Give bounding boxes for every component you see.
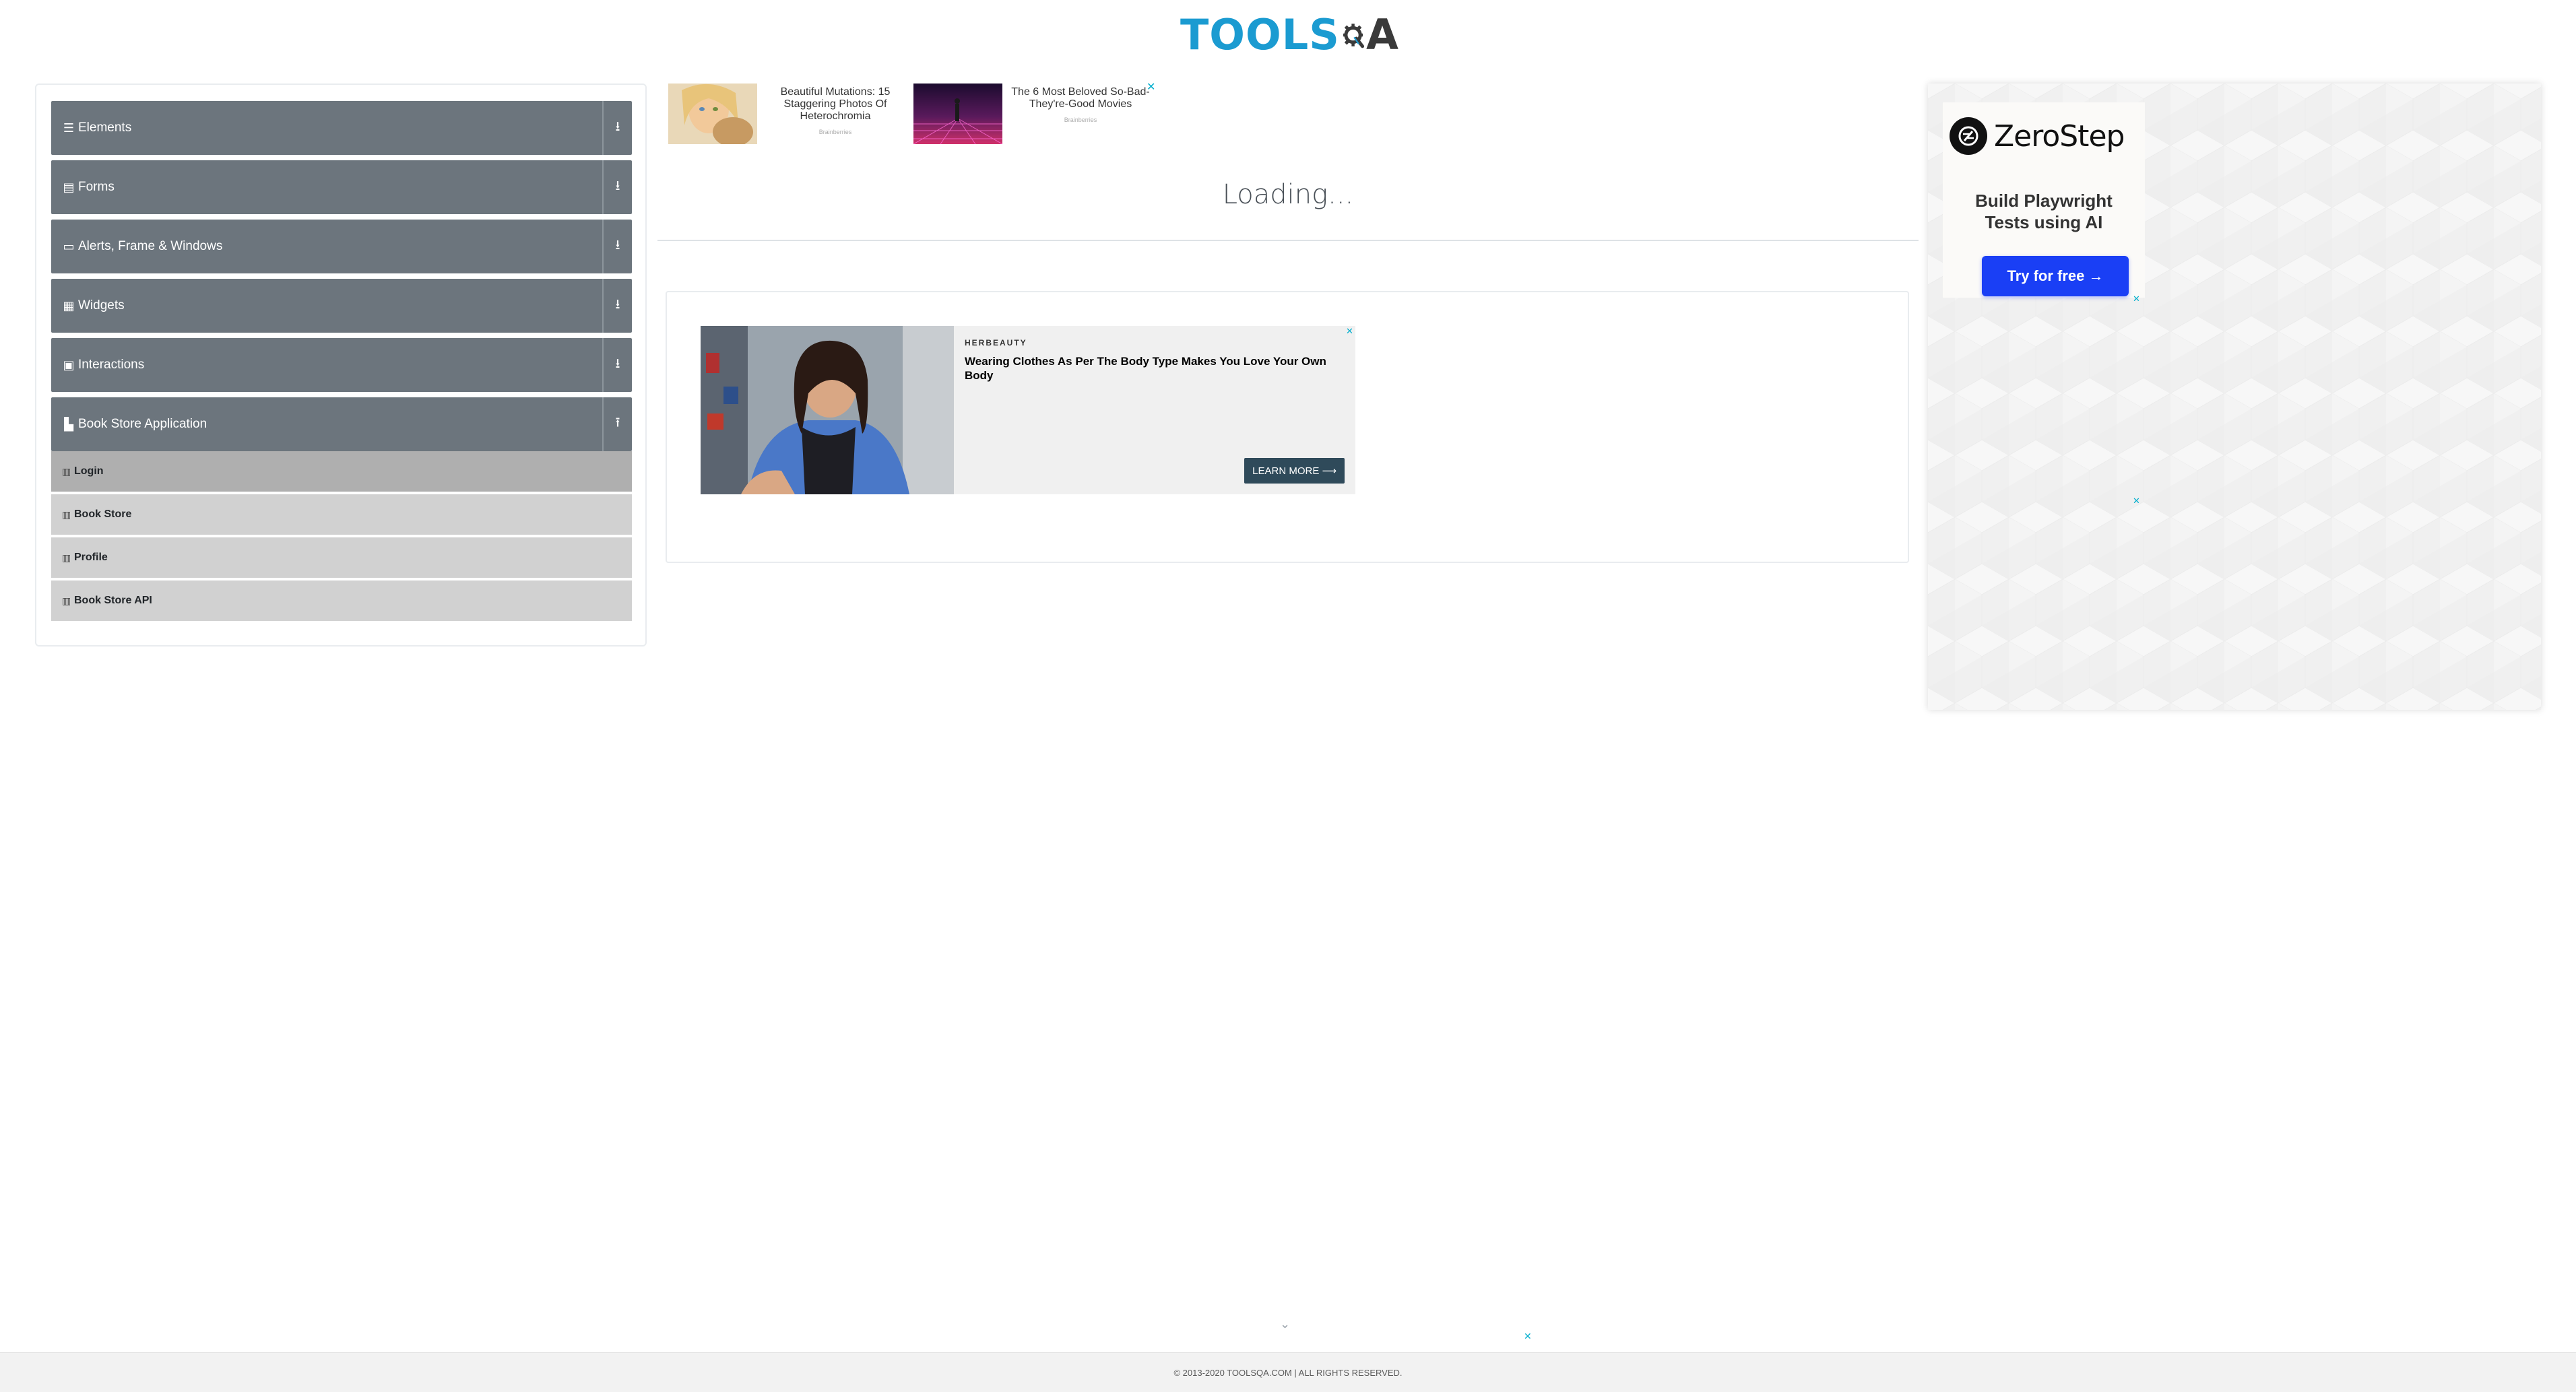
window-icon: ▭ <box>63 239 75 253</box>
expand-icon[interactable]: ⭳ <box>602 338 632 392</box>
expand-icon[interactable]: ⭳ <box>602 279 632 333</box>
ad-headline[interactable]: Wearing Clothes As Per The Body Type Mak… <box>965 354 1347 383</box>
logo-text: TOOLS <box>1180 10 1340 59</box>
zerostep-card[interactable]: ZeroStep Build Playwright Tests using AI… <box>1943 102 2145 298</box>
group-header-alerts[interactable]: ▭ Alerts, Frame & Windows ⭳ <box>51 220 632 273</box>
group-header-elements[interactable]: ☰ Elements ⭳ <box>51 101 632 155</box>
group-header-book-store[interactable]: ▙ Book Store Application ⭱ <box>51 397 632 451</box>
group-label: Elements <box>78 121 132 135</box>
group-alerts-frame-windows[interactable]: ▭ Alerts, Frame & Windows ⭳ <box>51 220 632 273</box>
group-widgets[interactable]: ▦ Widgets ⭳ <box>51 279 632 333</box>
learn-more-button[interactable]: LEARN MORE ⟶ <box>1244 458 1345 484</box>
group-forms[interactable]: ▤ Forms ⭳ <box>51 160 632 214</box>
group-book-store-application[interactable]: ▙ Book Store Application ⭱ <box>51 397 632 451</box>
native-ad-movies[interactable]: The 6 Most Beloved So-Bad-They're-Good M… <box>913 84 1159 144</box>
herbeauty-ad[interactable]: HERBEAUTY Wearing Clothes As Per The Bod… <box>701 326 1355 494</box>
ad-headline: Beautiful Mutations: 15 Staggering Photo… <box>780 86 891 122</box>
expand-icon[interactable]: ⭳ <box>602 101 632 155</box>
group-header-interactions[interactable]: ▣ Interactions ⭳ <box>51 338 632 392</box>
menu-item-login[interactable]: ▥ Login <box>51 451 632 492</box>
ad-source: Brainberries <box>818 129 852 135</box>
zerostep-logo-icon <box>1950 117 1987 155</box>
ad-text[interactable]: Beautiful Mutations: 15 Staggering Photo… <box>757 84 913 144</box>
menu-item-book-store[interactable]: ▥ Book Store <box>51 494 632 535</box>
close-icon[interactable]: ✕ <box>1524 1331 1532 1341</box>
list-item-icon: ▥ <box>62 552 71 563</box>
ad-source: Brainberries <box>1064 117 1097 123</box>
document-icon: ▤ <box>63 180 75 194</box>
group-elements[interactable]: ☰ Elements ⭳ <box>51 101 632 155</box>
close-icon[interactable]: ✕ <box>1147 82 1155 93</box>
list-icon: ☰ <box>63 121 75 135</box>
list-item-icon: ▥ <box>62 595 71 606</box>
menu-item-label: Book Store API <box>74 595 152 606</box>
group-interactions[interactable]: ▣ Interactions ⭳ <box>51 338 632 392</box>
list-item-icon: ▥ <box>62 465 71 477</box>
loading-text: Loading... <box>1222 179 1354 210</box>
toolsqa-logo[interactable]: TOOLS A <box>1180 9 1398 61</box>
group-header-forms[interactable]: ▤ Forms ⭳ <box>51 160 632 214</box>
group-label: Forms <box>78 180 115 194</box>
ad-headline: The 6 Most Beloved So-Bad-They're-Good M… <box>1011 86 1150 110</box>
ad-brand: HERBEAUTY <box>965 338 1027 347</box>
menu-item-label: Profile <box>74 552 108 563</box>
zerostep-brand: ZeroStep <box>1994 119 2125 154</box>
group-label: Alerts, Frame & Windows <box>78 239 223 253</box>
book-icon: ▙ <box>64 417 73 431</box>
grid-icon: ▦ <box>63 298 75 312</box>
group-label: Book Store Application <box>78 417 207 431</box>
interaction-icon: ▣ <box>63 358 75 372</box>
zerostep-tagline: Build Playwright Tests using AI <box>1943 190 2145 233</box>
list-item-icon: ▥ <box>62 508 71 520</box>
copyright-text: © 2013-2020 TOOLSQA.COM | ALL RIGHTS RES… <box>1173 1367 1403 1378</box>
left-panel: ☰ Elements ⭳ ▤ Forms ⭳ ▭ Alerts, Frame &… <box>35 84 647 647</box>
try-for-free-button[interactable]: Try for free → <box>1982 256 2129 296</box>
native-ad-heterochromia[interactable]: Beautiful Mutations: 15 Staggering Photo… <box>668 84 913 144</box>
collapse-icon[interactable]: ⭱ <box>602 397 632 451</box>
group-header-widgets[interactable]: ▦ Widgets ⭳ <box>51 279 632 333</box>
menu-item-book-store-api[interactable]: ▥ Book Store API <box>51 581 632 621</box>
zerostep-logo: ZeroStep <box>1950 117 2125 155</box>
ad-content: HERBEAUTY Wearing Clothes As Per The Bod… <box>954 326 1355 494</box>
tagline-line2: Tests using AI <box>1985 212 2103 232</box>
close-icon[interactable]: ✕ <box>1346 326 1353 337</box>
ad-thumbnail <box>913 84 1002 144</box>
ad-text[interactable]: The 6 Most Beloved So-Bad-They're-Good M… <box>1002 84 1159 144</box>
gear-q-icon <box>1343 24 1364 48</box>
logo-a: A <box>1366 10 1398 59</box>
ad-thumbnail <box>668 84 757 144</box>
close-icon[interactable]: ✕ <box>2133 496 2140 506</box>
expand-icon[interactable]: ⭳ <box>602 220 632 273</box>
menu-item-profile[interactable]: ▥ Profile <box>51 537 632 578</box>
group-label: Interactions <box>78 358 145 372</box>
menu-item-label: Book Store <box>74 508 132 520</box>
ad-photo <box>701 326 954 494</box>
divider <box>657 240 1919 241</box>
footer: © 2013-2020 TOOLSQA.COM | ALL RIGHTS RES… <box>0 1352 2576 1392</box>
group-label: Widgets <box>78 298 125 312</box>
tagline-line1: Build Playwright <box>1975 191 2113 211</box>
close-icon[interactable]: ✕ <box>2133 294 2140 304</box>
expand-icon[interactable]: ⭳ <box>602 160 632 214</box>
zerostep-ad[interactable]: ZeroStep Build Playwright Tests using AI… <box>1928 84 2541 710</box>
chevron-down-icon[interactable]: ⌄ <box>1280 1317 1290 1331</box>
menu-item-label: Login <box>74 465 104 477</box>
